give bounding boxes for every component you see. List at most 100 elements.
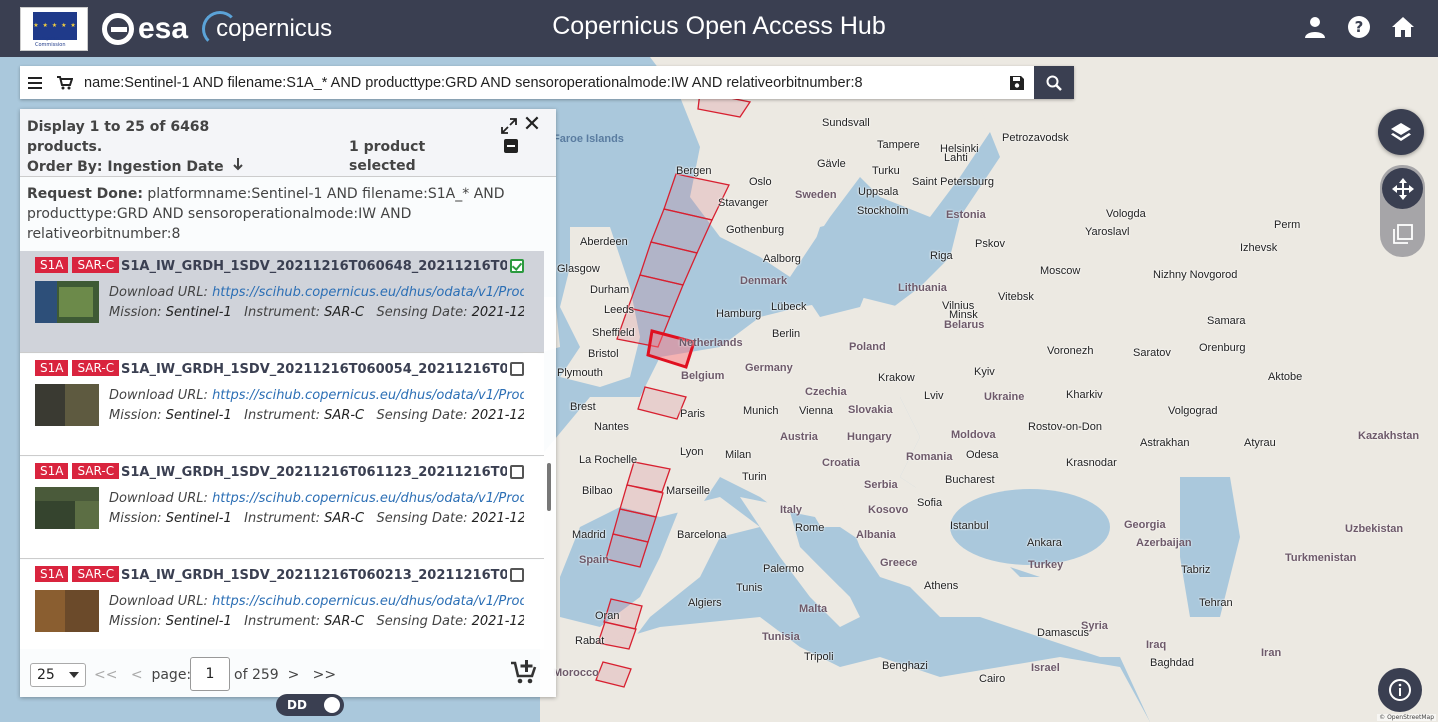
map-label: Lübeck — [771, 301, 807, 313]
map-label: Tampere — [877, 139, 920, 151]
map-label: Madrid — [572, 529, 606, 541]
pager-next-group: of 259 > >> — [234, 667, 336, 683]
map-label: Benghazi — [882, 660, 928, 672]
map-label: Rabat — [575, 635, 605, 647]
map-label: Kyiv — [974, 366, 995, 378]
deselect-all-icon[interactable] — [504, 139, 518, 153]
map-label: Slovakia — [848, 404, 893, 416]
save-icon[interactable] — [1000, 66, 1034, 99]
map-label: Morocco — [553, 667, 599, 679]
layers-button[interactable] — [1378, 109, 1424, 155]
prev-page-button[interactable]: < — [131, 667, 143, 683]
product-thumbnail[interactable] — [35, 590, 99, 632]
product-item[interactable]: S1A SAR-C S1A_IW_GRDH_1SDV_20211216T0602… — [20, 560, 544, 649]
map-label: Sheffield — [592, 327, 635, 339]
user-icon[interactable] — [1302, 14, 1328, 40]
map-label: Poland — [849, 341, 886, 353]
download-url: Download URL: https://scihub.copernicus.… — [109, 388, 524, 403]
map-label: Riga — [930, 250, 953, 262]
map-label: Voronezh — [1047, 345, 1094, 357]
map-label: Glasgow — [557, 263, 600, 275]
product-item[interactable]: S1A SAR-C S1A_IW_GRDH_1SDV_20211216T0611… — [20, 457, 544, 559]
product-checkbox[interactable] — [510, 568, 524, 582]
next-page-button[interactable]: > — [288, 667, 300, 683]
map-label: Volgograd — [1168, 405, 1218, 417]
download-url: Download URL: https://scihub.copernicus.… — [109, 491, 524, 506]
map-label: Turin — [742, 471, 767, 483]
coordinate-format-toggle[interactable]: DD — [276, 694, 344, 716]
download-link[interactable]: https://scihub.copernicus.eu/dhus/odata/… — [212, 388, 524, 403]
results-count: Display 1 to 25 of 6468 products. — [27, 119, 210, 155]
map-label: Gävle — [817, 158, 846, 170]
map-label: Greece — [880, 557, 918, 569]
help-icon[interactable]: ? — [1346, 14, 1372, 40]
list-scrollbar-track[interactable] — [546, 251, 552, 649]
info-button[interactable] — [1378, 668, 1422, 712]
toggle-knob — [324, 697, 340, 713]
product-item[interactable]: S1A SAR-C S1A_IW_GRDH_1SDV_20211216T0606… — [20, 251, 544, 353]
download-link[interactable]: https://scihub.copernicus.eu/dhus/odata/… — [212, 285, 524, 300]
home-icon[interactable] — [1390, 14, 1416, 40]
download-link[interactable]: https://scihub.copernicus.eu/dhus/odata/… — [212, 594, 524, 609]
map-label: Barcelona — [677, 529, 727, 541]
map-label: Krakow — [878, 372, 915, 384]
platform-badge: S1A — [35, 566, 69, 582]
product-meta: Mission: Sentinel-1 Instrument: SAR-C Se… — [109, 511, 524, 526]
map-label: Kosovo — [868, 504, 909, 516]
map-label: Estonia — [946, 209, 986, 221]
map-label: Iraq — [1146, 639, 1167, 651]
map-label: Algiers — [688, 597, 722, 609]
product-title[interactable]: S1A_IW_GRDH_1SDV_20211216T060213_2021121… — [121, 568, 507, 583]
map-label: Romania — [906, 451, 953, 463]
map-label: Albania — [856, 529, 896, 541]
map-label: Pskov — [975, 238, 1005, 250]
page-number-input[interactable]: 1 — [190, 657, 230, 691]
map-label: Tunis — [736, 582, 763, 594]
product-checkbox[interactable] — [510, 259, 524, 273]
product-title[interactable]: S1A_IW_GRDH_1SDV_20211216T060648_2021121… — [121, 259, 507, 274]
map-label: Tehran — [1199, 597, 1233, 609]
map-label: Nantes — [594, 421, 629, 433]
list-scrollbar-thumb[interactable] — [547, 463, 551, 511]
pan-tool-button[interactable] — [1382, 168, 1423, 209]
map-label: Vologda — [1106, 208, 1146, 220]
search-button[interactable] — [1034, 66, 1074, 99]
pagination: 25 << < page: 1 of 259 > >> — [20, 649, 556, 697]
page-size-select[interactable]: 25 — [30, 663, 86, 687]
map-label: Uzbekistan — [1345, 523, 1404, 535]
map-label: Iran — [1261, 647, 1282, 659]
cart-icon[interactable] — [50, 66, 80, 99]
order-by-control[interactable]: Order By: Ingestion Date — [27, 157, 244, 175]
top-header: ★ ★ ★ ★ ★ European Commission esa copern… — [0, 0, 1438, 57]
product-list: S1A SAR-C S1A_IW_GRDH_1SDV_20211216T0606… — [20, 251, 544, 649]
download-url: Download URL: https://scihub.copernicus.… — [109, 594, 524, 609]
add-to-cart-icon[interactable] — [510, 659, 538, 687]
product-thumbnail[interactable] — [35, 384, 99, 426]
product-thumbnail[interactable] — [35, 487, 99, 529]
product-title[interactable]: S1A_IW_GRDH_1SDV_20211216T061123_2021121… — [121, 465, 507, 480]
last-page-button[interactable]: >> — [313, 667, 336, 683]
close-icon[interactable]: ✕ — [522, 114, 542, 136]
product-thumbnail[interactable] — [35, 281, 99, 323]
menu-icon[interactable] — [20, 66, 50, 99]
platform-badge: S1A — [35, 360, 69, 376]
map-label: Bilbao — [582, 485, 613, 497]
product-checkbox[interactable] — [510, 465, 524, 479]
map-label: Damascus — [1037, 627, 1089, 639]
map-label: Orenburg — [1199, 342, 1246, 354]
download-link[interactable]: https://scihub.copernicus.eu/dhus/odata/… — [212, 491, 524, 506]
expand-icon[interactable] — [500, 117, 520, 137]
map-label: Sofia — [917, 497, 943, 509]
product-meta: Mission: Sentinel-1 Instrument: SAR-C Se… — [109, 305, 524, 320]
product-checkbox[interactable] — [510, 362, 524, 376]
search-bar: name:Sentinel-1 AND filename:S1A_* AND p… — [20, 66, 1074, 99]
product-title[interactable]: S1A_IW_GRDH_1SDV_20211216T060054_2021121… — [121, 362, 507, 377]
map-attribution[interactable]: © OpenStreetMap — [1377, 714, 1436, 721]
pager-prev-group: << < page: — [94, 667, 191, 683]
map-label: Astrakhan — [1140, 437, 1190, 449]
map-label: Baghdad — [1150, 657, 1195, 669]
search-input[interactable]: name:Sentinel-1 AND filename:S1A_* AND p… — [80, 75, 1000, 91]
area-select-tool-button[interactable] — [1382, 213, 1423, 254]
first-page-button[interactable]: << — [94, 667, 117, 683]
product-item[interactable]: S1A SAR-C S1A_IW_GRDH_1SDV_20211216T0600… — [20, 354, 544, 456]
